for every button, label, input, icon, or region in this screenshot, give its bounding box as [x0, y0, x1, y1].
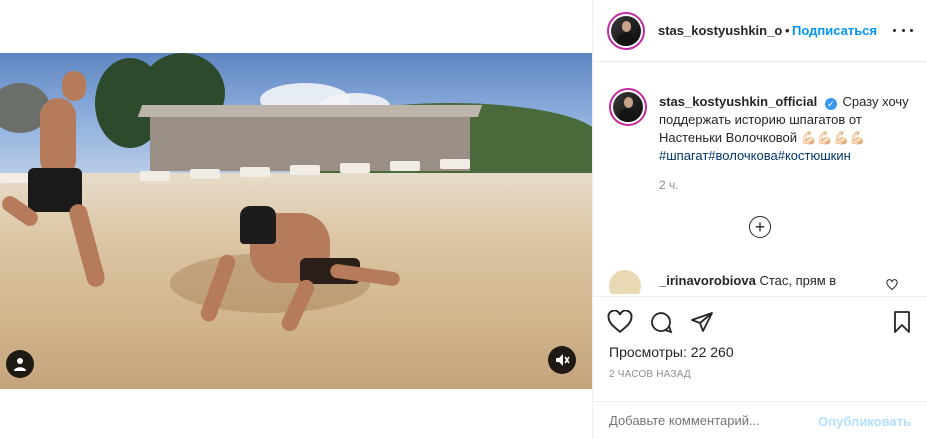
save-button[interactable] — [889, 309, 915, 335]
more-options-button[interactable] — [893, 22, 913, 38]
comment-button[interactable] — [648, 309, 674, 335]
views-count: Просмотры: 22 260 — [609, 344, 734, 360]
publish-button[interactable]: Опубликовать — [818, 414, 911, 429]
like-button[interactable] — [607, 309, 633, 335]
bookmark-icon — [894, 311, 910, 333]
beach-lounger — [140, 171, 170, 181]
video-building — [137, 105, 483, 171]
split-man-cap — [240, 206, 276, 244]
load-more-comments-button[interactable]: + — [749, 216, 771, 238]
author-username[interactable]: stas_kostyushkin_o — [658, 23, 782, 38]
views-value: 22 260 — [690, 344, 734, 360]
beach-lounger — [190, 169, 220, 179]
caption-time[interactable]: 2 ч. — [659, 178, 679, 192]
caption-text: stas_kostyushkin_official ✓ Сразу хочу п… — [659, 93, 909, 165]
beach-lounger — [0, 173, 30, 183]
comment-icon — [651, 312, 673, 334]
post-actions: Просмотры: 22 260 2 ЧАСОВ НАЗАД Опублико… — [593, 296, 927, 439]
speaker-muted-icon — [556, 354, 570, 366]
posted-time[interactable]: 2 ЧАСОВ НАЗАД — [609, 369, 691, 380]
heart-outline-icon — [886, 279, 898, 291]
caption-author-avatar[interactable] — [609, 88, 647, 126]
post-header: stas_kostyushkin_o • Подписаться — [593, 0, 927, 62]
video-player[interactable] — [0, 53, 592, 389]
beach-lounger — [440, 159, 470, 169]
ellipsis-icon — [893, 28, 896, 32]
paper-plane-icon — [691, 312, 713, 332]
caption-username[interactable]: stas_kostyushkin_official — [659, 94, 817, 109]
comment-input[interactable] — [609, 413, 809, 428]
header-separator: • — [785, 23, 790, 38]
views-label: Просмотры: — [609, 344, 687, 360]
media-area — [0, 0, 592, 439]
tagged-users-button[interactable] — [6, 350, 34, 378]
author-avatar[interactable] — [607, 12, 645, 50]
runner-head — [62, 71, 86, 101]
commenter-avatar[interactable] — [609, 270, 641, 294]
comment-item: _irinavorobiova Стас, прям в — [609, 270, 919, 294]
caption-hashtags[interactable]: #шпагат#волочкова#костюшкин — [659, 148, 851, 163]
beach-lounger — [290, 165, 320, 175]
plus-circle-icon: + — [754, 217, 766, 237]
user-icon — [14, 358, 26, 371]
beach-lounger — [240, 167, 270, 177]
post-details-panel: stas_kostyushkin_o • Подписаться stas_ko… — [592, 0, 927, 439]
runner-torso — [40, 98, 76, 178]
follow-button[interactable]: Подписаться — [792, 23, 877, 38]
add-comment-form: Опубликовать — [593, 401, 927, 439]
commenter-username[interactable]: _irinavorobiova — [659, 273, 756, 288]
verified-badge-icon: ✓ — [824, 98, 837, 110]
beach-lounger — [390, 161, 420, 171]
beach-lounger — [340, 163, 370, 173]
comment-text: _irinavorobiova Стас, прям в — [659, 273, 836, 288]
comment-body: Стас, прям в — [759, 273, 837, 288]
share-button[interactable] — [689, 309, 715, 335]
comment-like-button[interactable] — [886, 279, 898, 294]
heart-icon — [607, 310, 633, 333]
mute-toggle-button[interactable] — [548, 346, 576, 374]
